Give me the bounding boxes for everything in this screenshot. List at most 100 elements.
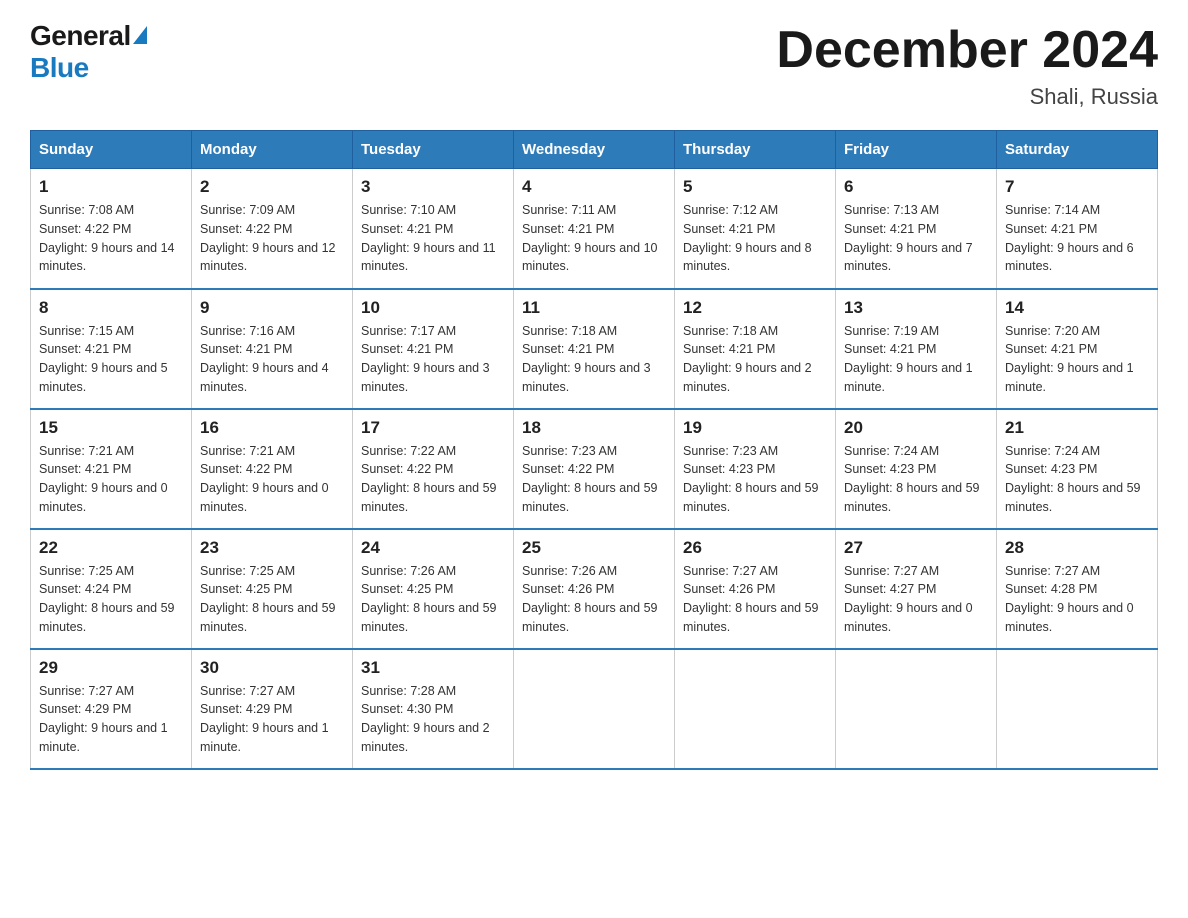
calendar-cell (997, 649, 1158, 769)
day-number: 20 (844, 418, 988, 438)
day-info: Sunrise: 7:24 AM Sunset: 4:23 PM Dayligh… (844, 442, 988, 517)
calendar-cell: 7 Sunrise: 7:14 AM Sunset: 4:21 PM Dayli… (997, 169, 1158, 289)
calendar-cell: 13 Sunrise: 7:19 AM Sunset: 4:21 PM Dayl… (836, 289, 997, 409)
header-monday: Monday (192, 131, 353, 169)
calendar-cell: 3 Sunrise: 7:10 AM Sunset: 4:21 PM Dayli… (353, 169, 514, 289)
day-number: 24 (361, 538, 505, 558)
header-friday: Friday (836, 131, 997, 169)
day-number: 29 (39, 658, 183, 678)
header-tuesday: Tuesday (353, 131, 514, 169)
day-number: 31 (361, 658, 505, 678)
day-number: 21 (1005, 418, 1149, 438)
day-number: 16 (200, 418, 344, 438)
calendar-cell: 22 Sunrise: 7:25 AM Sunset: 4:24 PM Dayl… (31, 529, 192, 649)
header-thursday: Thursday (675, 131, 836, 169)
day-info: Sunrise: 7:27 AM Sunset: 4:27 PM Dayligh… (844, 562, 988, 637)
calendar-cell: 1 Sunrise: 7:08 AM Sunset: 4:22 PM Dayli… (31, 169, 192, 289)
day-number: 17 (361, 418, 505, 438)
day-number: 7 (1005, 177, 1149, 197)
day-info: Sunrise: 7:13 AM Sunset: 4:21 PM Dayligh… (844, 201, 988, 276)
week-row-4: 22 Sunrise: 7:25 AM Sunset: 4:24 PM Dayl… (31, 529, 1158, 649)
calendar-cell: 11 Sunrise: 7:18 AM Sunset: 4:21 PM Dayl… (514, 289, 675, 409)
logo-blue-text: Blue (30, 52, 89, 84)
day-info: Sunrise: 7:23 AM Sunset: 4:22 PM Dayligh… (522, 442, 666, 517)
day-info: Sunrise: 7:26 AM Sunset: 4:26 PM Dayligh… (522, 562, 666, 637)
calendar-cell: 12 Sunrise: 7:18 AM Sunset: 4:21 PM Dayl… (675, 289, 836, 409)
day-number: 28 (1005, 538, 1149, 558)
calendar-cell: 14 Sunrise: 7:20 AM Sunset: 4:21 PM Dayl… (997, 289, 1158, 409)
day-info: Sunrise: 7:23 AM Sunset: 4:23 PM Dayligh… (683, 442, 827, 517)
calendar-cell: 24 Sunrise: 7:26 AM Sunset: 4:25 PM Dayl… (353, 529, 514, 649)
day-info: Sunrise: 7:10 AM Sunset: 4:21 PM Dayligh… (361, 201, 505, 276)
calendar-cell: 23 Sunrise: 7:25 AM Sunset: 4:25 PM Dayl… (192, 529, 353, 649)
title-section: December 2024 Shali, Russia (776, 20, 1158, 110)
day-info: Sunrise: 7:19 AM Sunset: 4:21 PM Dayligh… (844, 322, 988, 397)
calendar-cell: 27 Sunrise: 7:27 AM Sunset: 4:27 PM Dayl… (836, 529, 997, 649)
calendar-cell: 8 Sunrise: 7:15 AM Sunset: 4:21 PM Dayli… (31, 289, 192, 409)
calendar-cell: 16 Sunrise: 7:21 AM Sunset: 4:22 PM Dayl… (192, 409, 353, 529)
calendar-cell: 6 Sunrise: 7:13 AM Sunset: 4:21 PM Dayli… (836, 169, 997, 289)
day-number: 9 (200, 298, 344, 318)
day-number: 18 (522, 418, 666, 438)
calendar-cell: 29 Sunrise: 7:27 AM Sunset: 4:29 PM Dayl… (31, 649, 192, 769)
day-info: Sunrise: 7:27 AM Sunset: 4:26 PM Dayligh… (683, 562, 827, 637)
day-info: Sunrise: 7:27 AM Sunset: 4:29 PM Dayligh… (200, 682, 344, 757)
day-number: 25 (522, 538, 666, 558)
day-info: Sunrise: 7:18 AM Sunset: 4:21 PM Dayligh… (683, 322, 827, 397)
day-info: Sunrise: 7:28 AM Sunset: 4:30 PM Dayligh… (361, 682, 505, 757)
calendar-cell: 19 Sunrise: 7:23 AM Sunset: 4:23 PM Dayl… (675, 409, 836, 529)
day-info: Sunrise: 7:27 AM Sunset: 4:28 PM Dayligh… (1005, 562, 1149, 637)
calendar-cell: 9 Sunrise: 7:16 AM Sunset: 4:21 PM Dayli… (192, 289, 353, 409)
day-info: Sunrise: 7:08 AM Sunset: 4:22 PM Dayligh… (39, 201, 183, 276)
calendar-subtitle: Shali, Russia (776, 84, 1158, 110)
week-row-2: 8 Sunrise: 7:15 AM Sunset: 4:21 PM Dayli… (31, 289, 1158, 409)
calendar-cell: 17 Sunrise: 7:22 AM Sunset: 4:22 PM Dayl… (353, 409, 514, 529)
calendar-table: SundayMondayTuesdayWednesdayThursdayFrid… (30, 130, 1158, 770)
calendar-cell: 21 Sunrise: 7:24 AM Sunset: 4:23 PM Dayl… (997, 409, 1158, 529)
day-info: Sunrise: 7:17 AM Sunset: 4:21 PM Dayligh… (361, 322, 505, 397)
day-info: Sunrise: 7:22 AM Sunset: 4:22 PM Dayligh… (361, 442, 505, 517)
day-number: 2 (200, 177, 344, 197)
calendar-cell: 28 Sunrise: 7:27 AM Sunset: 4:28 PM Dayl… (997, 529, 1158, 649)
week-row-5: 29 Sunrise: 7:27 AM Sunset: 4:29 PM Dayl… (31, 649, 1158, 769)
day-number: 13 (844, 298, 988, 318)
day-info: Sunrise: 7:25 AM Sunset: 4:24 PM Dayligh… (39, 562, 183, 637)
calendar-cell: 15 Sunrise: 7:21 AM Sunset: 4:21 PM Dayl… (31, 409, 192, 529)
day-number: 3 (361, 177, 505, 197)
day-number: 14 (1005, 298, 1149, 318)
calendar-cell: 31 Sunrise: 7:28 AM Sunset: 4:30 PM Dayl… (353, 649, 514, 769)
calendar-cell (514, 649, 675, 769)
day-number: 10 (361, 298, 505, 318)
day-info: Sunrise: 7:20 AM Sunset: 4:21 PM Dayligh… (1005, 322, 1149, 397)
day-info: Sunrise: 7:12 AM Sunset: 4:21 PM Dayligh… (683, 201, 827, 276)
calendar-cell: 20 Sunrise: 7:24 AM Sunset: 4:23 PM Dayl… (836, 409, 997, 529)
calendar-cell: 10 Sunrise: 7:17 AM Sunset: 4:21 PM Dayl… (353, 289, 514, 409)
day-info: Sunrise: 7:21 AM Sunset: 4:22 PM Dayligh… (200, 442, 344, 517)
week-row-1: 1 Sunrise: 7:08 AM Sunset: 4:22 PM Dayli… (31, 169, 1158, 289)
day-info: Sunrise: 7:14 AM Sunset: 4:21 PM Dayligh… (1005, 201, 1149, 276)
header-wednesday: Wednesday (514, 131, 675, 169)
day-info: Sunrise: 7:16 AM Sunset: 4:21 PM Dayligh… (200, 322, 344, 397)
logo-general-text: General (30, 20, 131, 52)
day-number: 4 (522, 177, 666, 197)
day-number: 15 (39, 418, 183, 438)
calendar-cell: 2 Sunrise: 7:09 AM Sunset: 4:22 PM Dayli… (192, 169, 353, 289)
calendar-cell: 30 Sunrise: 7:27 AM Sunset: 4:29 PM Dayl… (192, 649, 353, 769)
day-number: 27 (844, 538, 988, 558)
day-number: 23 (200, 538, 344, 558)
day-number: 11 (522, 298, 666, 318)
calendar-cell: 5 Sunrise: 7:12 AM Sunset: 4:21 PM Dayli… (675, 169, 836, 289)
day-info: Sunrise: 7:15 AM Sunset: 4:21 PM Dayligh… (39, 322, 183, 397)
day-number: 8 (39, 298, 183, 318)
week-row-3: 15 Sunrise: 7:21 AM Sunset: 4:21 PM Dayl… (31, 409, 1158, 529)
day-info: Sunrise: 7:21 AM Sunset: 4:21 PM Dayligh… (39, 442, 183, 517)
day-info: Sunrise: 7:18 AM Sunset: 4:21 PM Dayligh… (522, 322, 666, 397)
day-number: 5 (683, 177, 827, 197)
day-number: 22 (39, 538, 183, 558)
day-info: Sunrise: 7:25 AM Sunset: 4:25 PM Dayligh… (200, 562, 344, 637)
day-info: Sunrise: 7:26 AM Sunset: 4:25 PM Dayligh… (361, 562, 505, 637)
day-number: 19 (683, 418, 827, 438)
calendar-cell: 18 Sunrise: 7:23 AM Sunset: 4:22 PM Dayl… (514, 409, 675, 529)
day-number: 26 (683, 538, 827, 558)
day-number: 6 (844, 177, 988, 197)
